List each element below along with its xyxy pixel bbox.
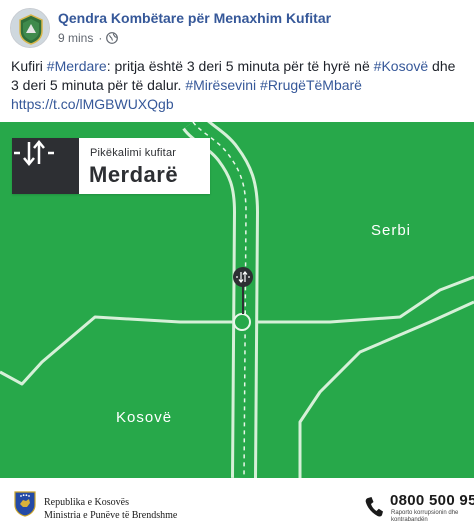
post-header: Qendra Kombëtare për Menaxhim Kufitar 9 … — [0, 0, 474, 52]
crossing-card: Pikëkalimi kufitar Merdarë — [12, 138, 210, 194]
country-label-kosovo: Kosovë — [116, 409, 173, 426]
coat-of-arms-icon — [14, 491, 36, 517]
hotline-caption: Raporto korrupsionin dhe kontrabandën — [391, 510, 458, 524]
text-fragment: 3 deri 5 minuta për të dalur. — [11, 77, 186, 93]
border-line-east — [298, 300, 474, 478]
facebook-post: Qendra Kombëtare për Menaxhim Kufitar 9 … — [0, 0, 474, 526]
phone-icon — [364, 496, 384, 518]
hashtag-miresevini[interactable]: #Mirësevini — [185, 77, 256, 93]
hotline-caption-line-2: kontrabandën — [391, 517, 428, 523]
border-crossing-icon — [14, 140, 54, 166]
crossing-icon-box — [12, 138, 79, 194]
crossing-marker-icon — [232, 266, 254, 288]
post-image[interactable]: Pikëkalimi kufitar Merdarë Serbi Kosovë — [0, 122, 474, 526]
hashtag-rrugetembare[interactable]: #RrugëTëMbarë — [260, 77, 362, 93]
image-footer: Republika e Kosovës Ministria e Punëve t… — [0, 478, 474, 526]
hashtag-merdare[interactable]: #Merdare — [47, 58, 107, 74]
hotline-caption-line-1: Raporto korrupsionin dhe — [391, 510, 459, 516]
text-fragment: dhe — [428, 58, 456, 74]
ministry-line-1: Republika e Kosovës — [44, 497, 129, 508]
ministry-line-2: Ministria e Punëve të Brendshme — [44, 510, 178, 521]
post-timestamp[interactable]: 9 mins — [58, 31, 93, 45]
post-text-line-1: Kufiri #Merdare: pritja është 3 deri 5 m… — [11, 57, 463, 76]
country-label-serbia: Serbi — [371, 222, 412, 239]
hashtag-kosove[interactable]: #Kosovë — [374, 58, 428, 74]
ministry-label: Republika e Kosovës Ministria e Punëve t… — [44, 496, 177, 522]
post-meta: 9 mins · — [58, 31, 119, 45]
checkpoint-ring — [233, 313, 251, 331]
post-text-line-3: https://t.co/lMGBWUXQgb — [11, 95, 463, 114]
post-text-line-2: 3 deri 5 minuta për të dalur. #Mirësevin… — [11, 76, 463, 95]
map-graphic: Pikëkalimi kufitar Merdarë Serbi Kosovë — [0, 122, 474, 478]
text-fragment: Kufiri — [11, 58, 47, 74]
crossing-kind-label: Pikëkalimi kufitar — [90, 147, 177, 159]
crossing-text-box: Pikëkalimi kufitar Merdarë — [79, 138, 210, 194]
short-link[interactable]: https://t.co/lMGBWUXQgb — [11, 96, 174, 112]
avatar-image — [11, 9, 49, 47]
post-text: Kufiri #Merdare: pritja është 3 deri 5 m… — [11, 57, 463, 114]
globe-icon[interactable] — [106, 32, 119, 44]
hotline-number: 0800 500 95 — [390, 492, 474, 509]
page-name-link[interactable]: Qendra Kombëtare për Menaxhim Kufitar — [58, 10, 331, 26]
crossing-name-label: Merdarë — [89, 162, 179, 187]
meta-separator: · — [98, 31, 103, 45]
page-avatar[interactable] — [10, 8, 50, 48]
text-fragment: : pritja është 3 deri 5 minuta për të hy… — [106, 58, 374, 74]
